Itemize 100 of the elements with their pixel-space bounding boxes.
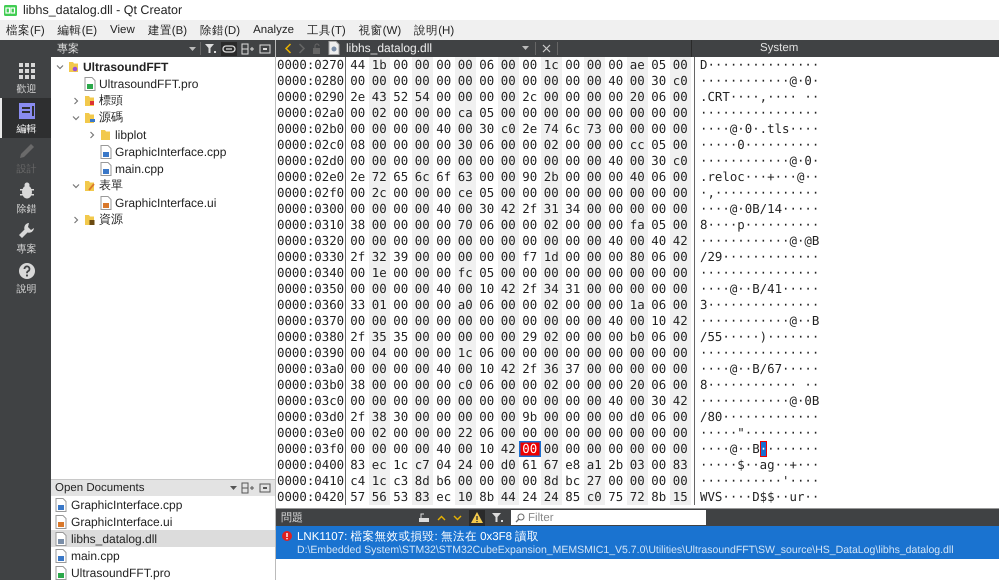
mode-button[interactable]: 說明 xyxy=(0,258,51,298)
menu-item[interactable]: 工具(T) xyxy=(306,22,346,38)
hex-byte: 00 xyxy=(435,344,452,361)
ascii-text: ····@·0·.tls···· xyxy=(700,120,820,137)
hex-byte: 83 xyxy=(349,456,366,473)
address-cell: 0000:0290 xyxy=(276,88,346,105)
menu-item[interactable]: 建置(B) xyxy=(148,22,188,38)
tree-item[interactable]: main.cpp xyxy=(115,162,164,176)
menu-item[interactable]: 檔案(F) xyxy=(6,22,45,38)
menu-item[interactable]: View xyxy=(110,24,135,36)
hex-byte: 00 xyxy=(626,72,648,89)
hex-byte: 00 xyxy=(670,120,691,137)
hex-byte: 00 xyxy=(670,88,691,105)
close-panel-icon[interactable] xyxy=(259,483,271,493)
dropdown-caret-icon[interactable] xyxy=(189,46,196,50)
link-icon[interactable] xyxy=(221,42,237,56)
hex-byte: 00 xyxy=(412,120,433,137)
document-icon xyxy=(16,100,36,120)
menu-item[interactable]: 除錯(D) xyxy=(200,22,240,38)
hex-byte: 24 xyxy=(454,456,476,473)
chevron-right-icon[interactable] xyxy=(72,216,80,224)
hex-byte: 10 xyxy=(650,312,668,329)
hex-byte: 00 xyxy=(412,104,433,121)
hex-byte: 42 xyxy=(498,360,519,377)
chevron-right-icon[interactable] xyxy=(88,130,96,138)
hex-byte: 40 xyxy=(607,152,624,169)
hex-byte: 02 xyxy=(540,376,562,393)
tree-item[interactable]: 表單 xyxy=(99,177,123,194)
tree-item[interactable]: 標頭 xyxy=(99,92,123,109)
hex-byte: 00 xyxy=(454,408,476,425)
filter-field[interactable]: Filter xyxy=(511,510,706,526)
hex-byte: 00 xyxy=(454,200,476,217)
dropdown-caret-icon[interactable] xyxy=(230,486,237,490)
chevron-down-icon[interactable] xyxy=(72,182,80,190)
close-icon[interactable] xyxy=(542,44,551,53)
filter-icon[interactable] xyxy=(205,44,217,54)
hex-byte: 00 xyxy=(454,280,476,297)
open-document-item[interactable]: UltrasoundFFT.pro xyxy=(51,564,275,580)
hex-byte: 00 xyxy=(498,344,519,361)
mode-button[interactable]: 除錯 xyxy=(0,178,51,218)
hex-byte: 67 xyxy=(540,456,562,473)
hex-byte: 00 xyxy=(412,328,433,345)
mode-button[interactable]: 歡迎 xyxy=(0,58,51,98)
menu-item[interactable]: 視窗(W) xyxy=(358,22,402,38)
tree-item[interactable]: 源碼 xyxy=(99,109,123,126)
folder-icon xyxy=(84,213,96,226)
hex-byte: 06 xyxy=(478,376,496,393)
build-icon[interactable] xyxy=(418,512,430,524)
hex-byte: 00 xyxy=(521,72,538,89)
hex-byte: 00 xyxy=(584,392,605,409)
open-document-item[interactable]: main.cpp xyxy=(51,547,275,564)
mode-button[interactable]: 專案 xyxy=(0,218,51,258)
split-icon[interactable] xyxy=(241,482,255,494)
chevron-down-icon[interactable] xyxy=(56,62,64,70)
filter-icon[interactable] xyxy=(492,512,504,523)
tree-item[interactable]: UltrasoundFFT xyxy=(83,60,168,74)
tree-item[interactable]: GraphicInterface.ui xyxy=(115,196,216,210)
chevron-right-icon[interactable] xyxy=(72,96,80,104)
hex-byte: c4 xyxy=(349,472,366,489)
hex-byte: 2f xyxy=(521,280,538,297)
hex-byte: 40 xyxy=(607,72,624,89)
open-document-item[interactable]: libhs_datalog.dll xyxy=(51,530,275,547)
menu-item[interactable]: Analyze xyxy=(253,24,294,36)
tree-item[interactable]: 資源 xyxy=(99,211,123,228)
tree-item[interactable]: UltrasoundFFT.pro xyxy=(99,76,198,90)
dropdown-caret-icon[interactable] xyxy=(522,46,529,50)
hex-byte: 00 xyxy=(454,248,476,265)
open-document-item[interactable]: GraphicInterface.ui xyxy=(51,513,275,530)
hex-byte: 00 xyxy=(650,200,668,217)
open-document-item[interactable]: GraphicInterface.cpp xyxy=(51,496,275,513)
hex-byte: 00 xyxy=(540,184,562,201)
hex-byte: 85 xyxy=(564,488,582,505)
hex-byte: 00 xyxy=(540,152,562,169)
document-title[interactable]: libhs_datalog.dll xyxy=(346,41,516,56)
hex-byte: 00 xyxy=(564,312,582,329)
hex-byte: 00 xyxy=(498,72,519,89)
hex-byte: 00 xyxy=(392,72,410,89)
menu-item[interactable]: 編輯(E) xyxy=(58,22,98,38)
hex-byte: 00 xyxy=(564,248,582,265)
mode-button[interactable]: 編輯 xyxy=(0,98,51,138)
hex-byte: 00 xyxy=(650,104,668,121)
hex-byte: 00 xyxy=(368,200,390,217)
hex-byte: 00 xyxy=(650,120,668,137)
cursor-char[interactable]: · xyxy=(760,440,768,457)
tree-item[interactable]: GraphicInterface.cpp xyxy=(115,144,226,158)
tree-item[interactable]: libplot xyxy=(115,128,146,142)
hex-byte: 00 xyxy=(584,360,605,377)
hex-byte: 00 xyxy=(368,392,390,409)
hex-byte: 08 xyxy=(349,136,366,153)
hex-byte: 42 xyxy=(670,392,691,409)
hex-byte: 83 xyxy=(412,488,433,505)
menu-item[interactable]: 說明(H) xyxy=(414,22,454,38)
chevron-down-icon[interactable] xyxy=(72,114,80,122)
split-icon[interactable] xyxy=(241,42,255,54)
hex-byte: 00 xyxy=(650,424,668,441)
issue-row[interactable]: LNK1107: 檔案無效或損毀: 無法在 0x3F8 讀取 D:\Embedded System\STM32\STM32CubeExpansion_MEMSMIC1_V5.7.0\Utilities\UltrasoundFFT\SW_source\HS_DataLog\libhs_datalog.dll xyxy=(276,526,999,560)
hex-byte: 00 xyxy=(584,104,605,121)
hex-byte: 00 xyxy=(454,392,476,409)
warning-icon[interactable] xyxy=(469,510,485,526)
cursor-byte[interactable]: 00 xyxy=(519,440,540,457)
